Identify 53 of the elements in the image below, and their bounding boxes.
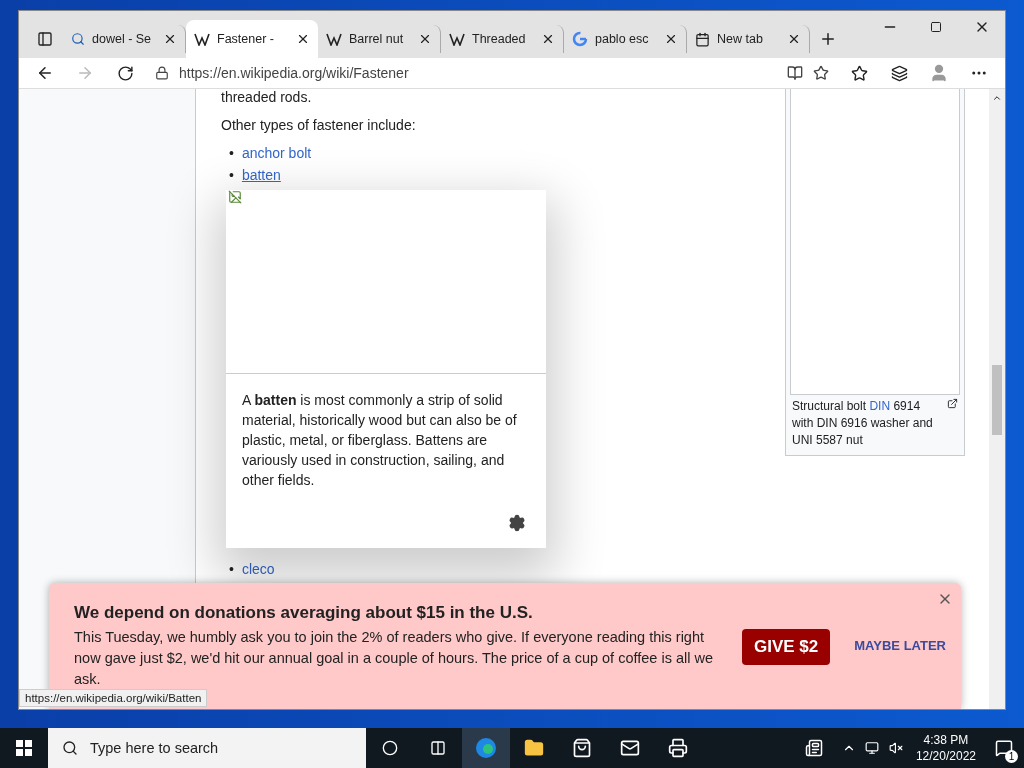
close-tab-icon[interactable] — [664, 32, 678, 46]
reload-icon[interactable] — [116, 64, 134, 82]
close-tab-icon[interactable] — [418, 32, 432, 46]
browser-tab[interactable]: Threaded — [441, 25, 564, 53]
lock-icon — [155, 66, 169, 80]
paragraph-text: Other types of fastener include: — [221, 117, 417, 133]
maximize-icon[interactable] — [930, 21, 942, 33]
enlarge-icon[interactable] — [947, 398, 958, 409]
scrollbar[interactable] — [989, 89, 1005, 709]
browser-app-icon[interactable] — [462, 728, 510, 768]
image-caption: Structural bolt DIN 6914 with DIN 6916 washer and UNI 5587 nut — [792, 398, 934, 449]
search-icon — [62, 740, 78, 756]
article-link[interactable]: cleco — [241, 561, 275, 577]
paragraph-text: threaded rods. — [221, 89, 313, 105]
article-link[interactable]: batten — [241, 167, 281, 183]
browser-tab[interactable]: Fastener - — [186, 20, 318, 58]
search-icon — [71, 32, 85, 46]
close-tab-icon[interactable] — [541, 32, 555, 46]
notification-count: 1 — [1005, 750, 1018, 763]
wiki-icon — [449, 32, 465, 46]
bullet-mark: • — [229, 561, 234, 577]
scroll-up-icon[interactable] — [992, 93, 1002, 103]
article-link[interactable]: anchor bolt — [241, 145, 312, 161]
windows-logo-icon[interactable] — [16, 740, 32, 756]
browser-tab[interactable]: Barrel nut — [318, 25, 441, 53]
banner-text: This Tuesday, we humbly ask you to join the 2% of readers who give. If everyone reading this right now gave just $2, we'd hit our annual goal in a couple of hours. The price of a cup of coffee is all we ask. — [74, 628, 714, 689]
taskbar-search-field[interactable]: Type here to search — [48, 728, 366, 768]
clock-date: 12/20/2022 — [915, 748, 976, 764]
settings-icon[interactable] — [508, 514, 526, 532]
banner-title: We depend on donations averaging about $15 in the U.S. — [74, 603, 534, 623]
give-button[interactable]: GIVE $2 — [742, 629, 831, 665]
back-icon[interactable] — [36, 64, 54, 82]
scroll-thumb[interactable] — [992, 365, 1002, 435]
broken-image-icon — [228, 190, 242, 204]
wiki-icon — [194, 32, 210, 46]
close-tab-icon[interactable] — [787, 32, 801, 46]
preview-text: A batten is most commonly a strip of solid material, historically wood but can also be of plastic, metal, or fiberglass. Battens are variously used in construction, sailing, and other fields. — [241, 391, 518, 490]
favorite-icon[interactable] — [813, 65, 829, 81]
bullet-mark: • — [229, 145, 234, 161]
caption-link[interactable]: DIN — [869, 399, 891, 413]
browser-tab[interactable]: pablo esc — [564, 25, 687, 53]
bullet-mark: • — [229, 167, 234, 183]
close-tab-icon[interactable] — [163, 32, 177, 46]
plus-icon[interactable] — [819, 30, 837, 48]
close-tab-icon[interactable] — [296, 32, 310, 46]
clock-time: 4:38 PM — [923, 732, 969, 748]
new-tab-icon — [695, 31, 710, 47]
maybe-later-button[interactable]: MAYBE LATER — [848, 637, 952, 654]
reader-icon[interactable] — [787, 65, 803, 81]
browser-tab[interactable]: New tab — [687, 25, 810, 53]
google-icon — [572, 31, 588, 47]
status-url: https://en.wikipedia.org/wiki/Batten — [19, 689, 208, 707]
wiki-icon — [326, 32, 342, 46]
